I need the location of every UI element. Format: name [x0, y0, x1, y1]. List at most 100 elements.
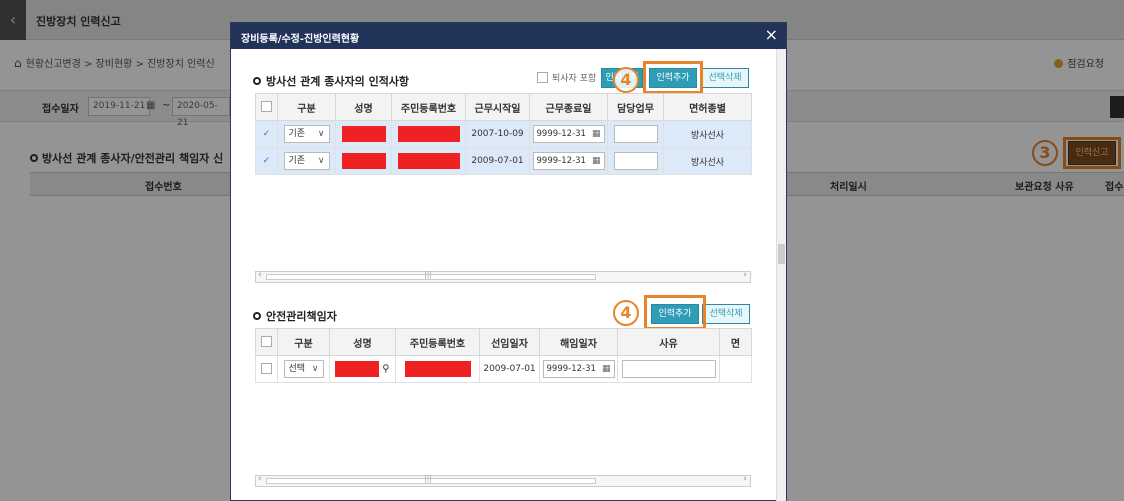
modal-header: 장비등록/수정-진방인력현황 × — [231, 23, 786, 49]
calendar-icon[interactable]: ▦ — [602, 361, 611, 377]
delete-selected-officer-button[interactable]: 선택삭제 — [702, 304, 750, 324]
scroll-left-icon[interactable]: ‹ — [258, 474, 262, 484]
name-cell — [335, 147, 392, 175]
duty-input[interactable] — [613, 125, 658, 143]
end-date-cell: 9999-12-31 ▦ — [529, 147, 608, 175]
type-value: 기존 — [288, 129, 306, 139]
dismissed-date-value: 9999-12-31 — [546, 364, 596, 374]
dismissed-date-cell: 9999-12-31 ▦ — [539, 355, 618, 383]
modal-scrollbar[interactable] — [776, 49, 786, 501]
type-value: 선택 — [288, 364, 306, 374]
type-select[interactable]: 선택 ∨ — [283, 360, 324, 378]
checkbox-icon[interactable] — [261, 363, 272, 374]
table-row[interactable]: ✓ 기존 ∨ 2009-07-01 9999-12-31 ▦ 방사선사 — [255, 147, 752, 175]
row-select[interactable]: ✓ — [255, 120, 278, 148]
duty-input[interactable] — [613, 152, 658, 170]
rrn-cell — [391, 147, 466, 175]
close-icon[interactable]: × — [765, 26, 778, 44]
section1-title: 방사선 관계 종사자의 인적사항 — [253, 73, 409, 89]
start-date-cell: 2009-07-01 — [465, 147, 530, 175]
col-more: 면 — [719, 328, 752, 356]
include-retiree-checkbox[interactable]: 퇴사자 포함 — [537, 71, 596, 84]
license-cell: 방사선사 — [663, 120, 752, 148]
scroll-right-icon[interactable]: › — [743, 474, 747, 484]
step-marker-4b: 4 — [613, 300, 639, 326]
dismissed-date-input[interactable]: 9999-12-31 ▦ — [542, 360, 615, 378]
row-select[interactable] — [255, 355, 278, 383]
table-row[interactable]: ✓ 기존 ∨ 2007-10-09 9999-12-31 ▦ 방사선사 — [255, 120, 752, 148]
col-type: 구분 — [277, 328, 330, 356]
officer-table-header: 구분 성명 주민등록번호 선임일자 해임일자 사유 면 — [255, 328, 752, 356]
license-cell: 방사선사 — [663, 147, 752, 175]
col-rrn: 주민등록번호 — [391, 93, 466, 121]
checkbox-icon[interactable] — [537, 72, 548, 83]
table-row[interactable]: 선택 ∨ ⚲ 2009-07-01 9999-12-31 ▦ — [255, 355, 752, 383]
staff-modal: 장비등록/수정-진방인력현황 × 방사선 관계 종사자의 인적사항 퇴사자 포함… — [230, 22, 787, 501]
search-icon[interactable]: ⚲ — [382, 364, 389, 375]
name-cell — [335, 120, 392, 148]
rrn-cell — [391, 120, 466, 148]
chevron-down-icon: ∨ — [317, 129, 325, 139]
staff-table: 구분 성명 주민등록번호 근무시작일 근무종료일 담당업무 면허종별 ✓ 기존 ∨… — [255, 93, 752, 175]
col-duty: 담당업무 — [607, 93, 664, 121]
more-cell — [719, 355, 752, 383]
col-reason: 사유 — [617, 328, 720, 356]
row-select[interactable]: ✓ — [255, 147, 278, 175]
chevron-down-icon: ∨ — [317, 156, 325, 166]
col-name: 성명 — [329, 328, 396, 356]
step-marker-4: 4 — [613, 67, 639, 93]
scrollbar-thumb[interactable] — [778, 244, 785, 264]
type-cell: 기존 ∨ — [277, 120, 336, 148]
col-start-date: 근무시작일 — [465, 93, 530, 121]
staff-table-hscroll[interactable]: ‹ ||| › — [255, 270, 751, 283]
type-cell: 선택 ∨ — [277, 355, 330, 383]
redacted-name — [341, 126, 386, 142]
bullet-icon — [253, 77, 261, 85]
delete-selected-button[interactable]: 선택삭제 — [701, 68, 749, 88]
rrn-cell — [395, 355, 480, 383]
col-appointed-date: 선임일자 — [479, 328, 540, 356]
calendar-icon[interactable]: ▦ — [592, 153, 601, 169]
checkmark-icon[interactable]: ✓ — [263, 129, 271, 139]
officer-table-hscroll[interactable]: ‹ ||| › — [255, 474, 751, 487]
col-type: 구분 — [277, 93, 336, 121]
staff-table-header: 구분 성명 주민등록번호 근무시작일 근무종료일 담당업무 면허종별 — [255, 93, 752, 121]
duty-cell — [607, 147, 664, 175]
include-retiree-label: 퇴사자 포함 — [552, 74, 597, 84]
select-all-checkbox[interactable] — [255, 328, 278, 356]
col-rrn: 주민등록번호 — [395, 328, 480, 356]
calendar-icon[interactable]: ▦ — [592, 126, 601, 142]
chevron-down-icon: ∨ — [311, 364, 319, 374]
checkmark-icon[interactable]: ✓ — [263, 156, 271, 166]
reason-input[interactable] — [621, 360, 716, 378]
reason-cell — [617, 355, 720, 383]
type-cell: 기존 ∨ — [277, 147, 336, 175]
duty-cell — [607, 120, 664, 148]
redacted-name — [341, 153, 386, 169]
type-value: 기존 — [288, 156, 306, 166]
col-name: 성명 — [335, 93, 392, 121]
scroll-grip-icon: ||| — [424, 474, 433, 483]
modal-title: 장비등록/수정-진방인력현황 — [241, 34, 360, 45]
end-date-input[interactable]: 9999-12-31 ▦ — [532, 125, 605, 143]
appointed-date-cell: 2009-07-01 — [479, 355, 540, 383]
scroll-right-icon[interactable]: › — [743, 270, 747, 280]
col-end-date: 근무종료일 — [529, 93, 608, 121]
checkbox-icon[interactable] — [261, 336, 272, 347]
end-date-value: 9999-12-31 — [536, 156, 586, 166]
redacted-rrn — [397, 126, 460, 142]
end-date-input[interactable]: 9999-12-31 ▦ — [532, 152, 605, 170]
type-select[interactable]: 기존 ∨ — [283, 125, 330, 143]
redacted-rrn — [404, 361, 471, 377]
highlight-box-step4 — [643, 61, 703, 94]
section2-title-text: 안전관리책임자 — [266, 310, 337, 323]
bullet-icon — [253, 312, 261, 320]
checkbox-icon[interactable] — [261, 101, 272, 112]
scroll-grip-icon: ||| — [424, 270, 433, 279]
section2-title: 안전관리책임자 — [253, 308, 337, 324]
type-select[interactable]: 기존 ∨ — [283, 152, 330, 170]
select-all-checkbox[interactable] — [255, 93, 278, 121]
scroll-left-icon[interactable]: ‹ — [258, 270, 262, 280]
name-cell: ⚲ — [329, 355, 396, 383]
redacted-rrn — [397, 153, 460, 169]
